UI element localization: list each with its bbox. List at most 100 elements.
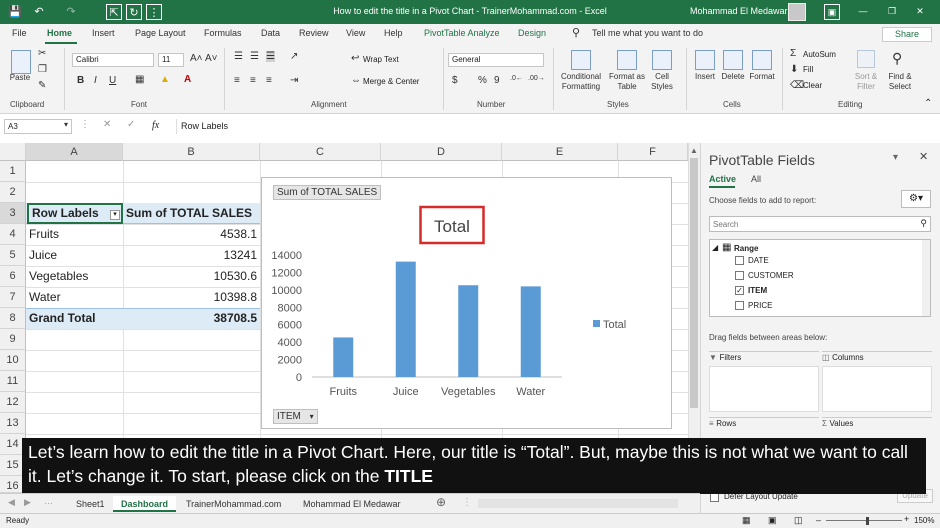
field-name[interactable]: CUSTOMER <box>748 271 794 280</box>
font-color-icon[interactable]: A <box>184 74 191 85</box>
delete-cells-icon[interactable] <box>723 50 743 70</box>
values-area[interactable]: Σ Values <box>822 417 932 439</box>
borders-icon[interactable]: ▦ <box>135 74 144 85</box>
paste-icon[interactable] <box>11 50 31 74</box>
sort-filter-label-2[interactable]: Filter <box>848 82 884 92</box>
pivot-row-value[interactable]: 10398.8 <box>123 287 260 308</box>
column-header-c[interactable]: C <box>260 143 381 161</box>
horizontal-scrollbar[interactable] <box>478 499 678 508</box>
align-center-icon[interactable]: ≡ <box>250 75 256 86</box>
format-cells-button[interactable]: Format <box>745 72 779 82</box>
zoom-in-icon[interactable]: + <box>904 514 909 524</box>
paste-button[interactable]: Paste <box>6 73 34 83</box>
comma-button[interactable]: 9 <box>494 75 500 86</box>
filters-area[interactable]: ▼ Filters <box>709 351 819 412</box>
zoom-slider[interactable] <box>826 520 902 521</box>
row-header[interactable]: 1 <box>0 161 26 182</box>
columns-drop-zone[interactable] <box>822 366 932 412</box>
find-select-label-2[interactable]: Select <box>884 82 916 92</box>
pivot-row-value[interactable]: 4538.1 <box>123 224 260 245</box>
increase-decimal-icon[interactable]: .0← <box>510 75 523 82</box>
name-box-dropdown-icon[interactable]: ▾ <box>64 120 68 129</box>
column-header-f[interactable]: F <box>618 143 688 161</box>
column-header-a[interactable]: A <box>26 143 123 161</box>
row-header[interactable]: 12 <box>0 392 26 413</box>
pane-options-icon[interactable]: ▾ <box>893 152 898 163</box>
number-format-select[interactable]: General <box>448 53 544 67</box>
find-select-label-1[interactable]: Find & <box>884 72 916 82</box>
underline-button[interactable]: U <box>109 75 116 86</box>
field-search-input[interactable] <box>710 217 910 231</box>
pivot-row-label[interactable]: Fruits <box>26 224 123 245</box>
next-sheet-icon[interactable]: ▶ <box>24 497 31 508</box>
field-checkbox[interactable] <box>735 256 744 265</box>
redo-icon[interactable]: ↷ <box>62 4 80 20</box>
filter-dropdown-icon[interactable]: ▾ <box>110 210 120 220</box>
pivot-row-label[interactable]: Juice <box>26 245 123 266</box>
tab-file[interactable]: File <box>12 28 27 38</box>
fullscreen-icon[interactable]: ⇱ <box>106 4 122 20</box>
cell-styles-icon[interactable] <box>652 50 672 70</box>
row-header[interactable]: 6 <box>0 266 26 287</box>
tab-pivottable-analyze[interactable]: PivotTable Analyze <box>424 28 500 38</box>
bold-button[interactable]: B <box>77 75 84 86</box>
top-align-icon[interactable]: ☰ <box>234 51 243 62</box>
insert-function-button[interactable]: fx <box>152 120 159 131</box>
vertical-scroll-thumb[interactable] <box>690 158 698 408</box>
column-header-d[interactable]: D <box>381 143 502 161</box>
merge-center-button[interactable]: Merge & Center <box>363 77 419 86</box>
sheet-tab[interactable]: TrainerMohammad.com <box>178 496 289 512</box>
tab-review[interactable]: Review <box>299 28 329 38</box>
select-all-corner[interactable] <box>0 143 26 161</box>
rows-area[interactable]: ≡ Rows <box>709 417 819 439</box>
percent-button[interactable]: % <box>478 75 487 86</box>
field-name[interactable]: PRICE <box>748 301 772 310</box>
defer-layout-checkbox[interactable] <box>710 493 719 502</box>
user-name[interactable]: Mohammad El Medawar <box>690 6 788 16</box>
pivot-row-label[interactable]: Vegetables <box>26 266 123 287</box>
format-cells-icon[interactable] <box>752 50 772 70</box>
autosum-button[interactable]: AutoSum <box>803 50 836 59</box>
tab-page-layout[interactable]: Page Layout <box>135 28 186 38</box>
tab-home[interactable]: Home <box>47 28 72 38</box>
customize-icon[interactable]: ⋮ <box>146 4 162 20</box>
columns-area[interactable]: ◫ Columns <box>822 351 932 412</box>
sort-filter-label-1[interactable]: Sort & <box>848 72 884 82</box>
find-select-icon[interactable]: ⚲ <box>892 50 902 67</box>
tab-design[interactable]: Design <box>518 28 546 38</box>
chart-bar[interactable] <box>395 261 416 377</box>
copy-icon[interactable]: ❐ <box>38 64 47 75</box>
field-checkbox[interactable] <box>735 271 744 280</box>
collapse-ribbon-icon[interactable]: ⌃ <box>924 98 932 109</box>
chart-bar[interactable] <box>458 285 479 377</box>
tab-data[interactable]: Data <box>261 28 280 38</box>
zoom-slider-thumb[interactable] <box>866 517 869 525</box>
cancel-icon[interactable]: ✕ <box>103 119 111 130</box>
shrink-font-icon[interactable]: A˅ <box>205 53 218 64</box>
tab-view[interactable]: View <box>346 28 365 38</box>
pivot-row-labels-header[interactable]: Row Labels <box>27 203 123 224</box>
row-header[interactable]: 8 <box>0 308 26 329</box>
row-header[interactable]: 9 <box>0 329 26 350</box>
new-sheet-icon[interactable]: ⊕ <box>436 495 446 509</box>
prev-sheet-icon[interactable]: ◀ <box>8 497 15 508</box>
page-break-view-icon[interactable]: ◫ <box>794 515 803 526</box>
pane-tab-all[interactable]: All <box>751 174 761 184</box>
cell-styles-label-1[interactable]: Cell <box>646 72 678 82</box>
font-size-select[interactable]: 11 <box>158 53 184 67</box>
enter-icon[interactable]: ✓ <box>127 119 135 130</box>
scroll-up-icon[interactable]: ▲ <box>690 146 698 155</box>
middle-align-icon[interactable]: ☰ <box>250 51 259 62</box>
clear-button[interactable]: Clear <box>803 81 822 90</box>
filters-drop-zone[interactable] <box>709 366 819 412</box>
field-list-scrollbar[interactable] <box>922 240 930 316</box>
settings-gear-icon[interactable]: ⚙▾ <box>901 190 931 208</box>
chart-title[interactable]: Total <box>434 217 470 236</box>
restore-icon[interactable]: ❐ <box>884 4 900 20</box>
minimize-icon[interactable]: — <box>855 4 871 20</box>
field-name[interactable]: DATE <box>748 256 769 265</box>
tab-split-icon[interactable]: ⋮ <box>462 497 472 508</box>
formula-input[interactable]: Row Labels <box>176 119 936 134</box>
row-header[interactable]: 10 <box>0 350 26 371</box>
column-header-e[interactable]: E <box>502 143 618 161</box>
